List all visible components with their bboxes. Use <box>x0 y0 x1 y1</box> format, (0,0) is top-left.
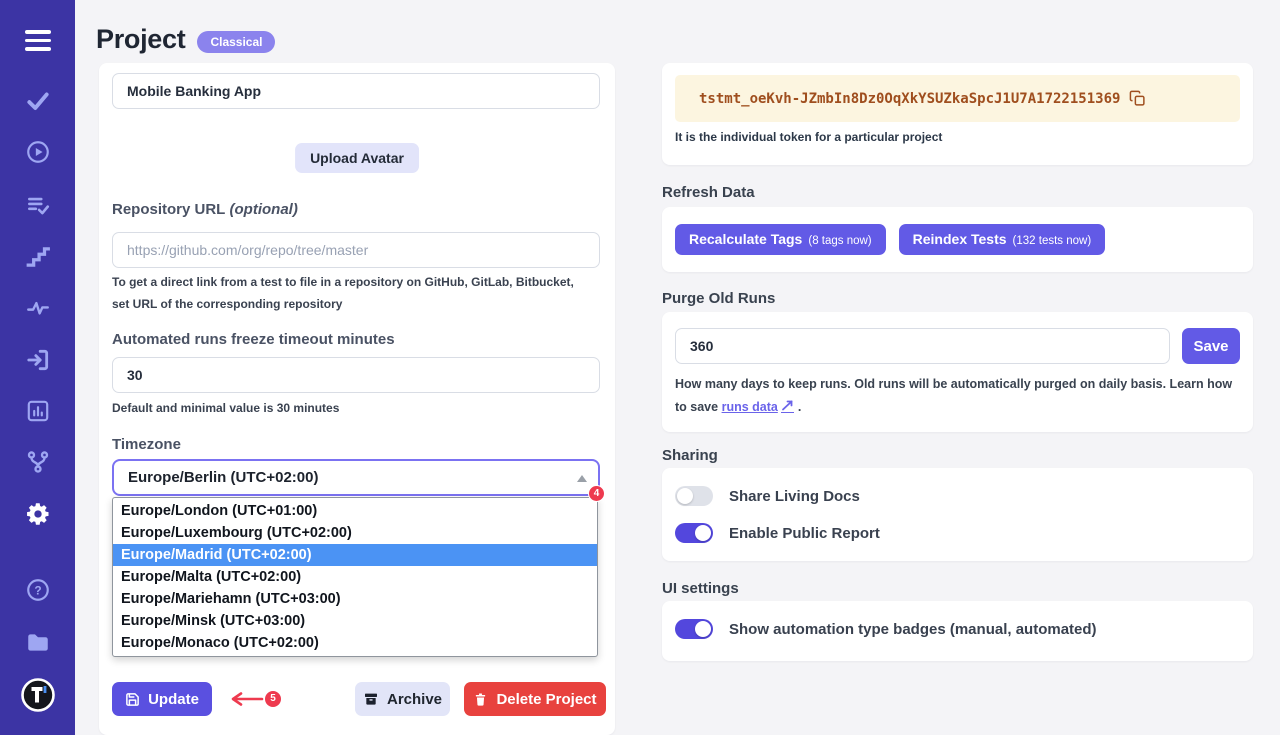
menu-icon[interactable] <box>25 30 51 56</box>
plans-list-check-icon[interactable] <box>25 192 51 218</box>
annotation-badge-4: 4 <box>588 485 605 502</box>
upload-avatar-button[interactable]: Upload Avatar <box>295 143 419 173</box>
enable-public-report-row: Enable Public Report <box>675 523 1240 543</box>
archive-button[interactable]: Archive <box>355 682 450 716</box>
share-living-docs-row: Share Living Docs <box>675 486 1240 506</box>
projects-folder-icon[interactable] <box>25 629 51 655</box>
purge-old-runs-card: Save How many days to keep runs. Old run… <box>662 312 1253 432</box>
save-icon <box>125 692 140 707</box>
automation-badges-toggle[interactable] <box>675 619 713 639</box>
branches-git-icon[interactable] <box>25 449 51 475</box>
project-name-input[interactable] <box>112 73 600 109</box>
purge-save-button[interactable]: Save <box>1182 328 1240 364</box>
select-caret-icon <box>577 475 587 482</box>
toggle-knob <box>677 488 693 504</box>
repository-url-label: Repository URL (optional) <box>112 201 298 218</box>
classical-badge: Classical <box>197 31 275 53</box>
import-login-icon[interactable] <box>25 347 51 373</box>
token-caption: It is the individual token for a particu… <box>675 130 1240 144</box>
sharing-card: Share Living Docs Enable Public Report <box>662 468 1253 561</box>
automation-badges-row: Show automation type badges (manual, aut… <box>675 619 1240 639</box>
timezone-option[interactable]: Europe/Malta (UTC+02:00) <box>113 566 597 588</box>
settings-gear-icon[interactable] <box>25 501 51 527</box>
trash-icon <box>473 692 488 707</box>
timezone-selected-value: Europe/Berlin (UTC+02:00) <box>128 469 318 486</box>
timezone-label: Timezone <box>112 436 181 453</box>
copy-token-button[interactable] <box>1129 90 1146 107</box>
timezone-option[interactable]: Europe/Minsk (UTC+03:00) <box>113 610 597 632</box>
steps-stairs-icon[interactable] <box>25 244 51 270</box>
delete-project-button[interactable]: Delete Project <box>464 682 606 716</box>
help-question-icon[interactable]: ? <box>25 577 51 603</box>
repository-url-help: To get a direct link from a test to file… <box>112 271 592 315</box>
tests-check-icon[interactable] <box>25 88 51 114</box>
automation-badges-label: Show automation type badges (manual, aut… <box>729 621 1097 638</box>
purge-days-input[interactable] <box>675 328 1170 364</box>
refresh-data-heading: Refresh Data <box>662 184 755 201</box>
svg-text:?: ? <box>34 583 41 597</box>
purge-help-text: How many days to keep runs. Old runs wil… <box>675 373 1240 419</box>
update-button[interactable]: Update <box>112 682 212 716</box>
page-title: Project <box>96 24 185 55</box>
pulse-activity-icon[interactable] <box>25 295 51 321</box>
analytics-bar-chart-icon[interactable] <box>25 398 51 424</box>
share-living-docs-toggle[interactable] <box>675 486 713 506</box>
enable-public-report-toggle[interactable] <box>675 523 713 543</box>
runs-data-link[interactable]: runs data <box>722 400 778 414</box>
ui-settings-heading: UI settings <box>662 580 739 597</box>
project-form-card: Upload Avatar Repository URL (optional) … <box>99 63 615 735</box>
timezone-option[interactable]: Europe/Mariehamn (UTC+03:00) <box>113 588 597 610</box>
timezone-option[interactable]: Europe/Monaco (UTC+02:00) <box>113 632 597 654</box>
token-box: tstmt_oeKvh-JZmbIn8Dz0OqXkYSUZkaSpcJ1U7A… <box>675 75 1240 122</box>
toggle-knob <box>695 525 711 541</box>
timeout-help: Default and minimal value is 30 minutes <box>112 397 339 419</box>
external-edit-icon[interactable] <box>781 400 794 413</box>
timezone-option[interactable]: Europe/Luxembourg (UTC+02:00) <box>113 522 597 544</box>
project-token: tstmt_oeKvh-JZmbIn8Dz0OqXkYSUZkaSpcJ1U7A… <box>699 91 1120 107</box>
annotation-badge-5: 5 <box>265 691 281 707</box>
timeout-input[interactable] <box>112 357 600 393</box>
runs-play-circle-icon[interactable] <box>25 139 51 165</box>
toggle-knob <box>695 621 711 637</box>
annotation-arrow <box>226 692 264 706</box>
timezone-select[interactable]: Europe/Berlin (UTC+02:00) <box>112 459 600 496</box>
timezone-option-highlighted[interactable]: Europe/Madrid (UTC+02:00) <box>113 544 597 566</box>
sidebar: ? <box>0 0 75 735</box>
purge-old-runs-heading: Purge Old Runs <box>662 290 775 307</box>
reindex-tests-button[interactable]: Reindex Tests (132 tests now) <box>899 224 1106 255</box>
token-card: tstmt_oeKvh-JZmbIn8Dz0OqXkYSUZkaSpcJ1U7A… <box>662 63 1253 165</box>
app-logo[interactable] <box>20 677 56 713</box>
enable-public-report-label: Enable Public Report <box>729 525 880 542</box>
recalculate-tags-button[interactable]: Recalculate Tags (8 tags now) <box>675 224 886 255</box>
timezone-dropdown: Europe/London (UTC+01:00) Europe/Luxembo… <box>112 497 598 657</box>
share-living-docs-label: Share Living Docs <box>729 488 860 505</box>
archive-icon <box>363 691 379 707</box>
sharing-heading: Sharing <box>662 447 718 464</box>
refresh-data-card: Recalculate Tags (8 tags now) Reindex Te… <box>662 207 1253 272</box>
ui-settings-card: Show automation type badges (manual, aut… <box>662 601 1253 661</box>
page-header: Project Classical <box>96 24 275 55</box>
form-actions: Update 5 Archive Delete Project <box>112 682 602 716</box>
timeout-label: Automated runs freeze timeout minutes <box>112 331 395 348</box>
copy-icon <box>1129 90 1146 107</box>
repository-url-input[interactable] <box>112 232 600 268</box>
timezone-option[interactable]: Europe/London (UTC+01:00) <box>113 500 597 522</box>
